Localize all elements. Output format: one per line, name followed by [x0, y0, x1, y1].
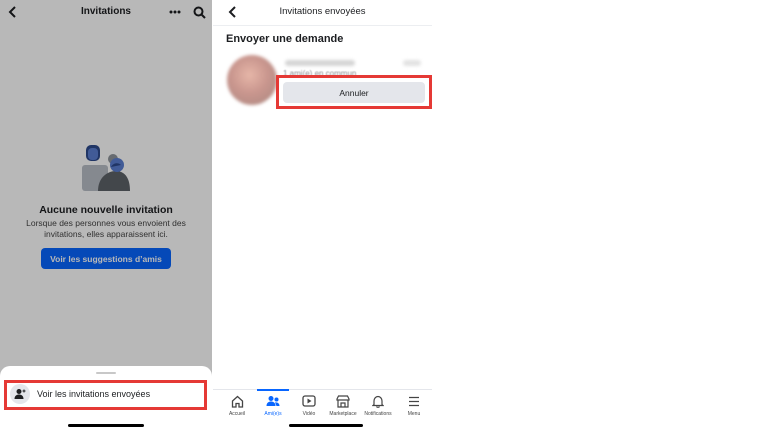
tab-label: Notifications: [364, 411, 392, 417]
tab-label: Menu: [407, 411, 421, 417]
home-indicator: [289, 424, 363, 427]
cancel-request-button[interactable]: Annuler: [283, 82, 425, 103]
sent-invitations-screen: Invitations envoyées Envoyer une demande…: [213, 0, 432, 433]
tab-menu[interactable]: Menu: [396, 394, 432, 422]
blurred-name[interactable]: [285, 60, 355, 66]
tab-label: Marketplace: [329, 411, 357, 417]
video-icon: [302, 394, 316, 408]
avatar[interactable]: [227, 55, 277, 105]
tab-label: Accueil: [228, 411, 246, 417]
friends-icon: [266, 394, 280, 408]
marketplace-icon: [336, 394, 350, 408]
menu-icon: [407, 394, 421, 408]
tab-accueil[interactable]: Accueil: [219, 394, 255, 422]
person-add-icon: [10, 384, 30, 404]
tab-marketplace[interactable]: Marketplace: [325, 394, 361, 422]
home-icon: [230, 394, 244, 408]
see-sent-invitations-item[interactable]: Voir les invitations envoyées: [37, 389, 150, 399]
sheet-drag-handle[interactable]: [96, 372, 116, 374]
tab-label: Vidéo: [302, 411, 316, 417]
bottom-sheet: Voir les invitations envoyées: [0, 366, 212, 432]
tab-label: Ami(e)s: [264, 411, 282, 417]
tab-notifications[interactable]: Notifications: [360, 394, 396, 422]
page-title: Invitations envoyées: [279, 6, 366, 17]
home-indicator: [68, 424, 144, 427]
tab-video[interactable]: Vidéo: [291, 394, 327, 422]
tab-amis[interactable]: Ami(e)s: [255, 394, 291, 422]
header-divider: [213, 25, 432, 26]
blurred-timestamp: [403, 60, 421, 66]
active-tab-indicator: [257, 389, 289, 391]
bell-icon: [371, 394, 385, 408]
section-title: Envoyer une demande: [226, 33, 344, 45]
